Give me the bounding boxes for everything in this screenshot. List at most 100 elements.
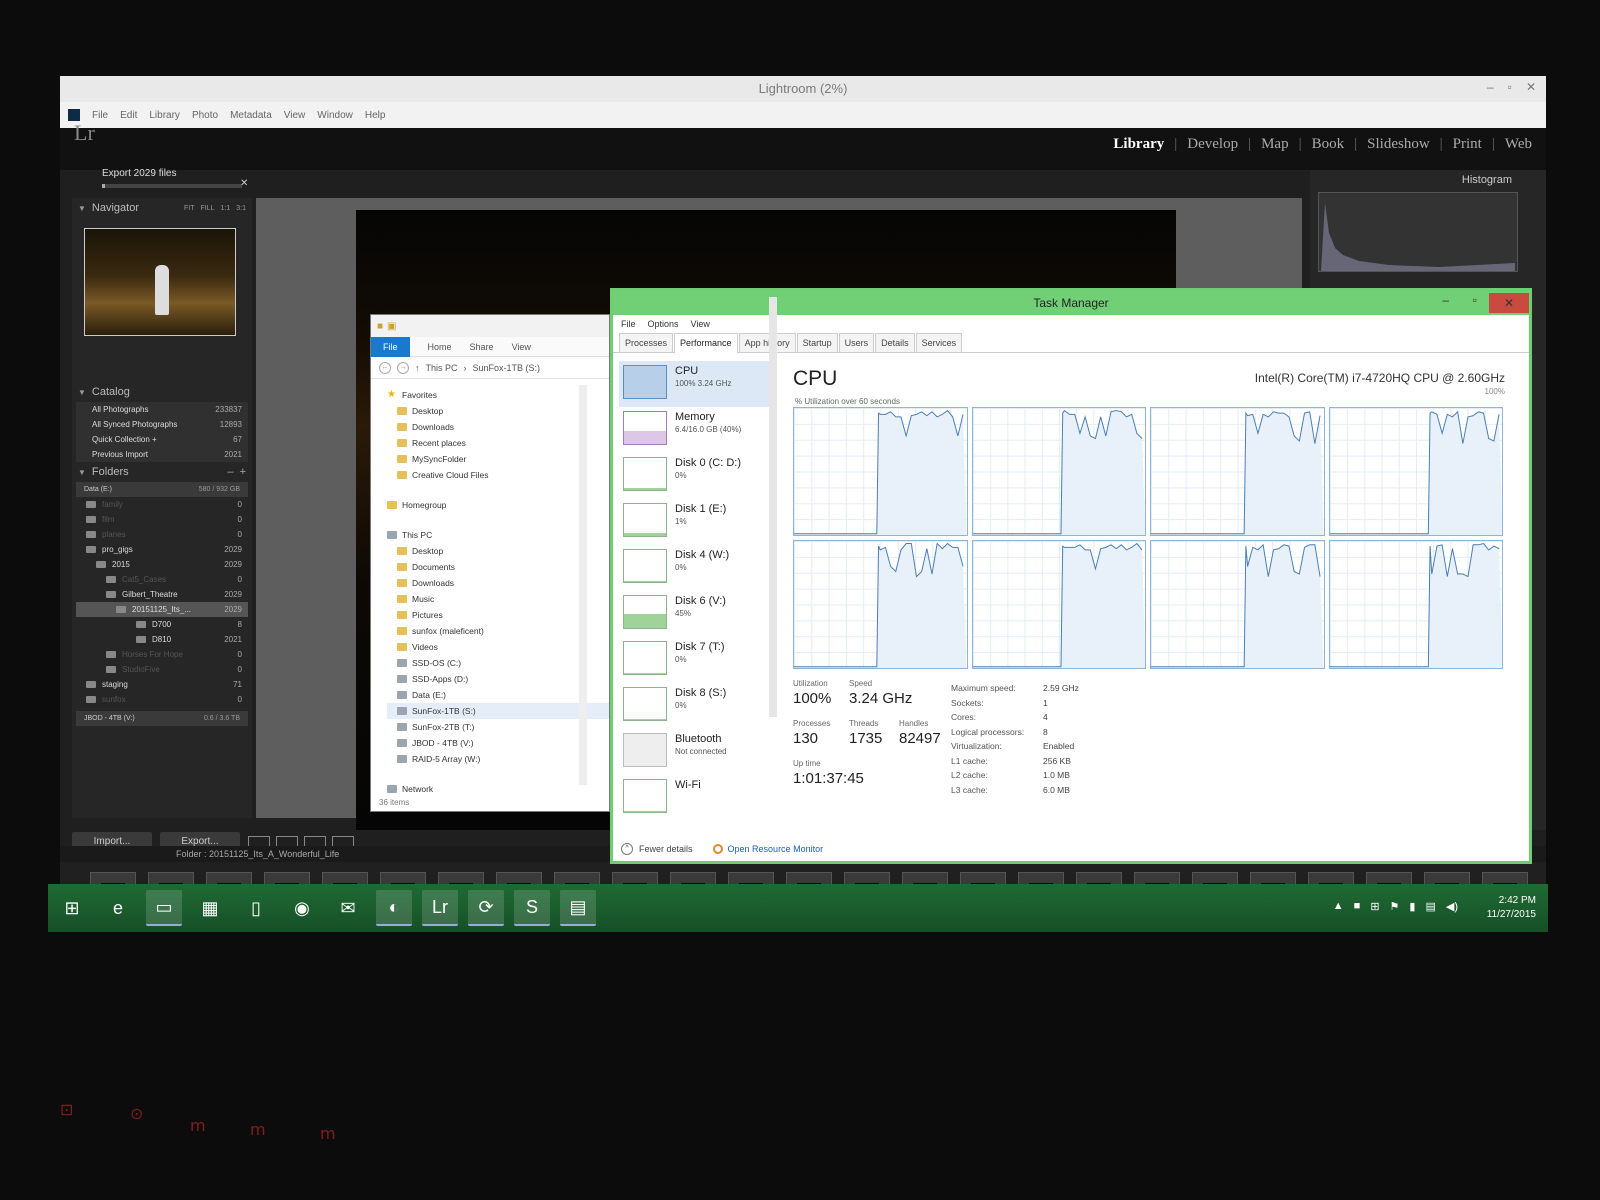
notepad-icon[interactable]: ▯	[238, 890, 274, 926]
file-explorer-icon[interactable]: ▭	[146, 890, 182, 926]
catalog-header[interactable]: ▼ Catalog	[72, 382, 252, 402]
menu-view[interactable]: View	[691, 319, 710, 329]
resource-item[interactable]: Bluetooth Not connected	[619, 729, 775, 775]
minimize-icon[interactable]: –	[1442, 293, 1449, 307]
minimize-icon[interactable]: –	[1487, 80, 1494, 94]
menu-view[interactable]: View	[284, 110, 306, 121]
maximize-icon[interactable]: ▫	[1473, 293, 1477, 307]
module-book[interactable]: Book	[1312, 136, 1345, 153]
tree-this-pc[interactable]: This PC	[387, 527, 609, 543]
module-slideshow[interactable]: Slideshow	[1367, 136, 1430, 153]
tab-users[interactable]: Users	[838, 333, 875, 352]
tree-drive-item[interactable]: Data (E:)	[387, 687, 609, 703]
close-icon[interactable]: ✕	[1489, 293, 1529, 313]
tree-drive-item[interactable]: SunFox-2TB (T:)	[387, 719, 609, 735]
resource-item[interactable]: Disk 0 (C: D:) 0%	[619, 453, 775, 499]
dropbox-icon[interactable]: ■	[1354, 900, 1361, 913]
tree-thispc-item[interactable]: sunfox (maleficent)	[387, 623, 609, 639]
breadcrumb-this-pc[interactable]: This PC	[426, 363, 458, 373]
volume-jbod[interactable]: JBOD - 4TB (V:) 0.6 / 3.6 TB	[76, 711, 248, 726]
photos-icon[interactable]: ▤	[560, 890, 596, 926]
add-folder-icon[interactable]: – +	[227, 466, 252, 478]
fewer-details-button[interactable]: ^ Fewer details	[621, 843, 693, 855]
module-web[interactable]: Web	[1505, 136, 1532, 153]
tab-performance[interactable]: Performance	[674, 333, 738, 353]
menu-file[interactable]: File	[92, 110, 108, 121]
lightroom-icon[interactable]: Lr	[422, 890, 458, 926]
logical-processor-graph[interactable]	[1328, 407, 1503, 536]
menu-library[interactable]: Library	[149, 110, 180, 121]
resource-item[interactable]: Memory 6.4/16.0 GB (40%)	[619, 407, 775, 453]
thunderbird-icon[interactable]: ✉	[330, 890, 366, 926]
folder-item[interactable]: Cat5_Cases 0	[76, 572, 248, 587]
tab-details[interactable]: Details	[875, 333, 915, 352]
tree-favorite-item[interactable]: MySyncFolder	[387, 451, 609, 467]
tree-drive-item[interactable]: RAID-5 Array (W:)	[387, 751, 609, 767]
tree-thispc-item[interactable]: Desktop	[387, 543, 609, 559]
logical-processor-graph[interactable]	[971, 540, 1146, 669]
tree-thispc-item[interactable]: Pictures	[387, 607, 609, 623]
logical-processor-graph[interactable]	[971, 407, 1146, 536]
histogram-label[interactable]: Histogram	[1462, 174, 1512, 186]
menu-file[interactable]: File	[621, 319, 636, 329]
module-develop[interactable]: Develop	[1187, 136, 1238, 153]
resource-item[interactable]: Wi-Fi	[619, 775, 775, 821]
nav-mode-fill[interactable]: FILL	[201, 205, 215, 212]
folder-item[interactable]: 2015 2029	[76, 557, 248, 572]
chrome-icon[interactable]: ◉	[284, 890, 320, 926]
folder-item[interactable]: pro_gigs 2029	[76, 542, 248, 557]
resource-list-scrollbar[interactable]	[769, 297, 777, 717]
catalog-item[interactable]: All Synced Photographs 12893	[76, 417, 248, 432]
skype-icon[interactable]: S	[514, 890, 550, 926]
back-icon[interactable]: ←	[379, 361, 391, 374]
up-icon[interactable]: ↑	[415, 363, 420, 373]
show-hidden-icons-icon[interactable]: ▲	[1333, 900, 1344, 913]
nav-mode-1-1[interactable]: 1:1	[221, 205, 231, 212]
menu-photo[interactable]: Photo	[192, 110, 218, 121]
ribbon-tab-share[interactable]: Share	[470, 342, 494, 352]
forward-icon[interactable]: →	[397, 361, 409, 374]
logical-processor-graph[interactable]	[793, 407, 968, 536]
ribbon-tab-home[interactable]: Home	[428, 342, 452, 352]
tree-favorite-item[interactable]: Downloads	[387, 419, 609, 435]
tree-drive-item[interactable]: SunFox-1TB (S:)	[387, 703, 609, 719]
catalog-item[interactable]: All Photographs 233837	[76, 402, 248, 417]
taskbar-clock[interactable]: 2:42 PM 11/27/2015	[1487, 894, 1536, 922]
folder-item[interactable]: StudioFive 0	[76, 662, 248, 677]
module-library[interactable]: Library	[1113, 136, 1164, 153]
tree-thispc-item[interactable]: Documents	[387, 559, 609, 575]
navigation-scrollbar[interactable]	[579, 385, 587, 785]
network-icon[interactable]: ▤	[1425, 900, 1435, 913]
tree-drive-item[interactable]: SSD-Apps (D:)	[387, 671, 609, 687]
breadcrumb-sunfox[interactable]: SunFox-1TB (S:)	[473, 363, 541, 373]
tree-thispc-item[interactable]: Downloads	[387, 575, 609, 591]
cancel-export-icon[interactable]: ✕	[240, 178, 248, 189]
tree-thispc-item[interactable]: Music	[387, 591, 609, 607]
folder-item[interactable]: Gilbert_Theatre 2029	[76, 587, 248, 602]
menu-options[interactable]: Options	[648, 319, 679, 329]
folder-item[interactable]: planes 0	[76, 527, 248, 542]
navigator-header[interactable]: ▼ Navigator FIT FILL 1:1 3:1	[72, 198, 252, 218]
folder-item[interactable]: D810 2021	[76, 632, 248, 647]
tree-thispc-item[interactable]: Videos	[387, 639, 609, 655]
resource-item[interactable]: Disk 6 (V:) 45%	[619, 591, 775, 637]
nav-mode-3-1[interactable]: 3:1	[236, 205, 246, 212]
ribbon-tab-view[interactable]: View	[512, 342, 531, 352]
tree-favorite-item[interactable]: Recent places	[387, 435, 609, 451]
folder-item[interactable]: D700 8	[76, 617, 248, 632]
tree-favorite-item[interactable]: Creative Cloud Files	[387, 467, 609, 483]
folders-header[interactable]: ▼ Folders – +	[72, 462, 252, 482]
tree-network[interactable]: Network	[387, 781, 609, 797]
close-icon[interactable]: ✕	[1526, 80, 1536, 94]
ribbon-tab-file[interactable]: File	[371, 336, 410, 357]
folder-item[interactable]: Horses For Hope 0	[76, 647, 248, 662]
resource-item[interactable]: CPU 100% 3.24 GHz	[619, 361, 775, 407]
catalog-item[interactable]: Quick Collection + 67	[76, 432, 248, 447]
tree-favorites[interactable]: ★ Favorites	[387, 387, 609, 403]
folder-item[interactable]: sunfox 0	[76, 692, 248, 707]
store-icon[interactable]: ▦	[192, 890, 228, 926]
logical-processor-graphs[interactable]	[793, 407, 1503, 669]
tree-drive-item[interactable]: JBOD - 4TB (V:)	[387, 735, 609, 751]
logical-processor-graph[interactable]	[793, 540, 968, 669]
sync-icon[interactable]: ⟳	[468, 890, 504, 926]
